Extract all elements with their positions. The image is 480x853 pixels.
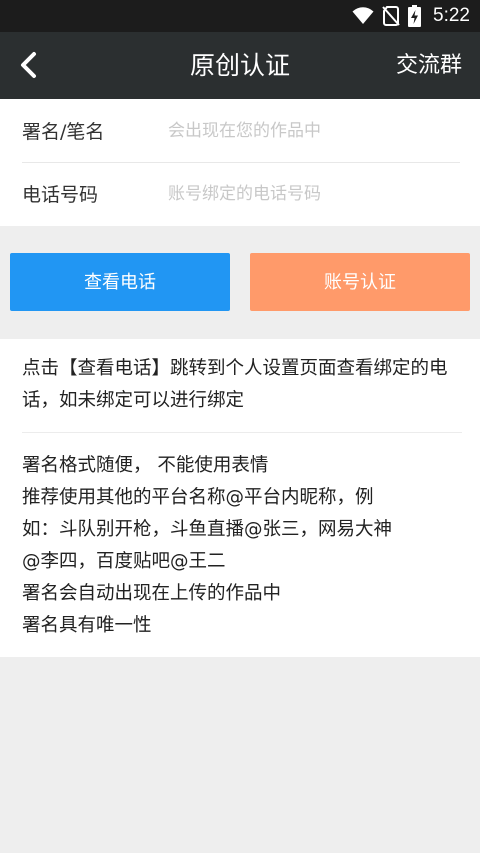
view-phone-button[interactable]: 查看电话 xyxy=(10,253,230,311)
signature-rule-line: 署名会自动出现在上传的作品中 xyxy=(22,583,282,604)
status-icons: 5:22 xyxy=(352,0,470,32)
signature-rule-line: 署名具有唯一性 xyxy=(22,615,152,636)
app-bar: 原创认证 交流群 xyxy=(0,32,480,99)
view-phone-instruction: 点击【查看电话】跳转到个人设置页面查看绑定的电话，如未绑定可以进行绑定 xyxy=(22,358,448,411)
instructions-panel: 点击【查看电话】跳转到个人设置页面查看绑定的电话，如未绑定可以进行绑定 署名格式… xyxy=(0,339,480,657)
signature-rule-line: 署名格式随便， 不能使用表情 xyxy=(22,455,269,476)
signature-input[interactable] xyxy=(168,120,428,141)
status-bar: 5:22 xyxy=(0,0,480,32)
verification-form: 署名/笔名 电话号码 xyxy=(0,99,480,226)
signature-row: 署名/笔名 xyxy=(22,99,460,163)
verify-account-button[interactable]: 账号认证 xyxy=(250,253,470,311)
battery-charging-icon xyxy=(408,5,422,27)
phone-input[interactable] xyxy=(168,183,428,204)
wifi-icon xyxy=(352,7,374,24)
no-sim-icon xyxy=(382,6,400,26)
status-time: 5:22 xyxy=(433,5,470,26)
signature-rule-line: 如：斗队别开枪，斗鱼直播@张三，网易大神 xyxy=(22,519,393,540)
signature-rule-line: @李四，百度贴吧@王二 xyxy=(22,551,226,572)
divider xyxy=(22,432,462,433)
signature-rule-line: 推荐使用其他的平台名称@平台内昵称，例 xyxy=(22,487,374,508)
signature-label: 署名/笔名 xyxy=(22,121,105,143)
group-chat-button[interactable]: 交流群 xyxy=(396,32,462,99)
signature-rules: 署名格式随便， 不能使用表情 推荐使用其他的平台名称@平台内昵称，例 如：斗队别… xyxy=(22,450,462,642)
phone-row: 电话号码 xyxy=(22,162,460,225)
phone-label: 电话号码 xyxy=(22,184,99,206)
